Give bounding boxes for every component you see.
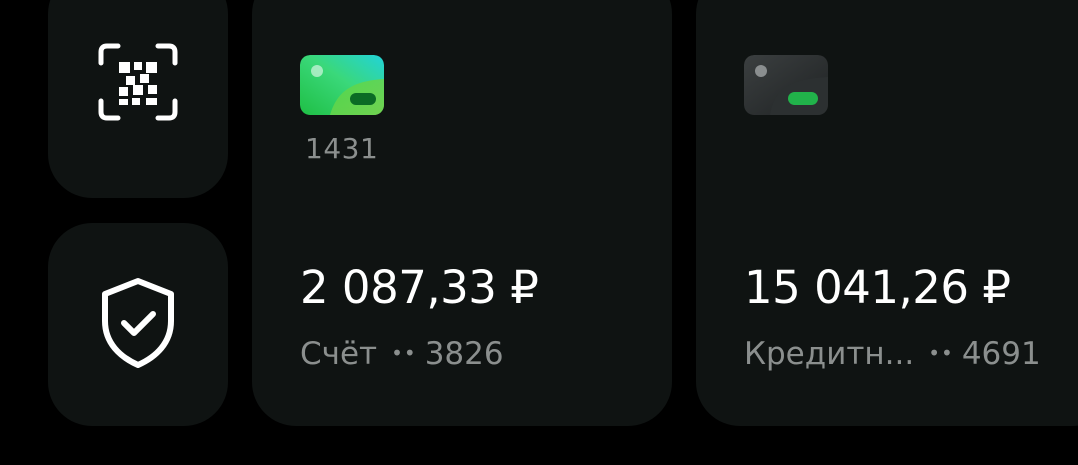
card-last-digits: 1431 — [305, 132, 379, 165]
account-card-credit[interactable]: 15 041,26 ₽ Кредитн... •• 4691 — [696, 0, 1078, 426]
account-name: Кредитн... — [744, 336, 915, 372]
account-card-debit[interactable]: 1431 2 087,33 ₽ Счёт •• 3826 — [252, 0, 672, 426]
account-info: Счёт •• 3826 — [300, 336, 504, 372]
account-name: Счёт — [300, 336, 378, 372]
account-balance: 2 087,33 ₽ — [300, 261, 539, 314]
account-number: 4691 — [961, 336, 1041, 372]
shield-check-icon — [99, 277, 177, 373]
mask-dots: •• — [391, 341, 417, 365]
account-number: 3826 — [424, 336, 504, 372]
green-card-icon — [300, 55, 384, 115]
dark-card-icon — [744, 55, 828, 115]
security-button[interactable] — [48, 223, 228, 426]
account-info: Кредитн... •• 4691 — [744, 336, 1041, 372]
account-balance: 15 041,26 ₽ — [744, 261, 1011, 314]
qr-scan-icon — [98, 43, 178, 125]
mask-dots: •• — [928, 341, 954, 365]
qr-scan-button[interactable] — [48, 0, 228, 198]
accounts-carousel: 1431 2 087,33 ₽ Счёт •• 3826 15 041,26 ₽… — [0, 0, 1078, 465]
